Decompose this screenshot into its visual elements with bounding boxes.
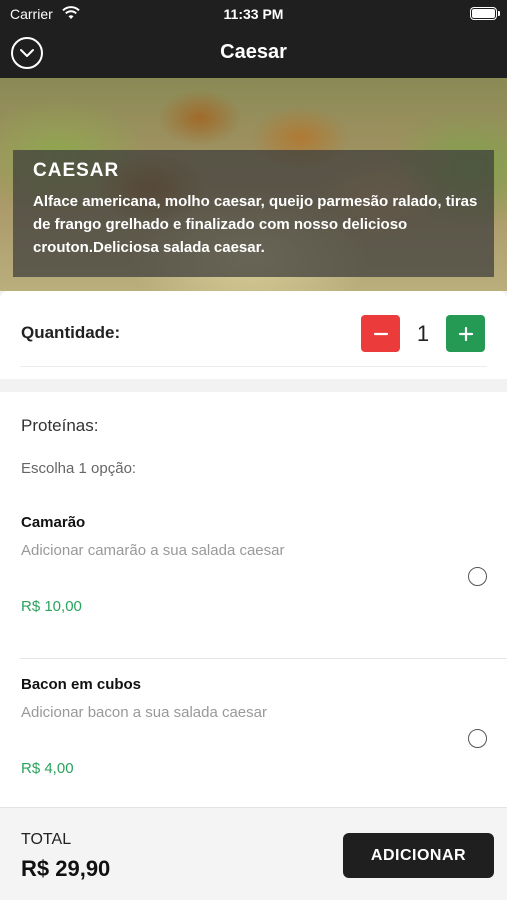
divider	[20, 366, 487, 367]
increase-quantity-button[interactable]	[446, 315, 485, 352]
option-description: Adicionar bacon a sua salada caesar	[21, 704, 267, 721]
dish-description: Alface americana, molho caesar, queijo p…	[33, 193, 478, 256]
option-item-camarao[interactable]: Camarão Adicionar camarão a sua salada c…	[0, 514, 507, 666]
page-title: Caesar	[220, 41, 287, 63]
option-description: Adicionar camarão a sua salada caesar	[21, 542, 285, 559]
section-title: Proteínas:	[21, 416, 99, 435]
plus-icon	[458, 326, 473, 341]
total-value: R$ 29,90	[21, 856, 111, 881]
radio-button[interactable]	[468, 567, 487, 586]
option-price: R$ 10,00	[21, 598, 82, 615]
protein-options-section: Proteínas: Escolha 1 opção: Camarão Adic…	[0, 392, 507, 807]
decrease-quantity-button[interactable]	[361, 315, 400, 352]
radio-button[interactable]	[468, 729, 487, 748]
dish-name: CAESAR	[33, 160, 120, 181]
section-subtitle: Escolha 1 opção:	[21, 460, 137, 477]
quantity-card: Quantidade: 1	[0, 291, 507, 379]
status-bar: Carrier 11:33 PM	[0, 0, 507, 28]
battery-icon	[470, 7, 500, 20]
option-name: Camarão	[21, 514, 86, 531]
minus-icon	[373, 332, 388, 335]
total-label: TOTAL	[21, 831, 72, 848]
option-item-bacon[interactable]: Bacon em cubos Adicionar bacon a sua sal…	[0, 676, 507, 828]
dish-info-overlay: CAESAR Alface americana, molho caesar, q…	[13, 150, 494, 277]
quantity-label: Quantidade:	[21, 323, 121, 342]
order-footer: TOTAL R$ 29,90 ADICIONAR	[0, 807, 507, 900]
option-name: Bacon em cubos	[21, 676, 142, 693]
quantity-value: 1	[416, 321, 430, 346]
dish-image: CAESAR Alface americana, molho caesar, q…	[0, 78, 507, 291]
option-price: R$ 4,00	[21, 760, 74, 777]
add-button[interactable]: ADICIONAR	[343, 833, 494, 878]
divider	[20, 658, 507, 659]
status-time: 11:33 PM	[223, 6, 284, 22]
nav-bar: Caesar	[0, 28, 507, 78]
